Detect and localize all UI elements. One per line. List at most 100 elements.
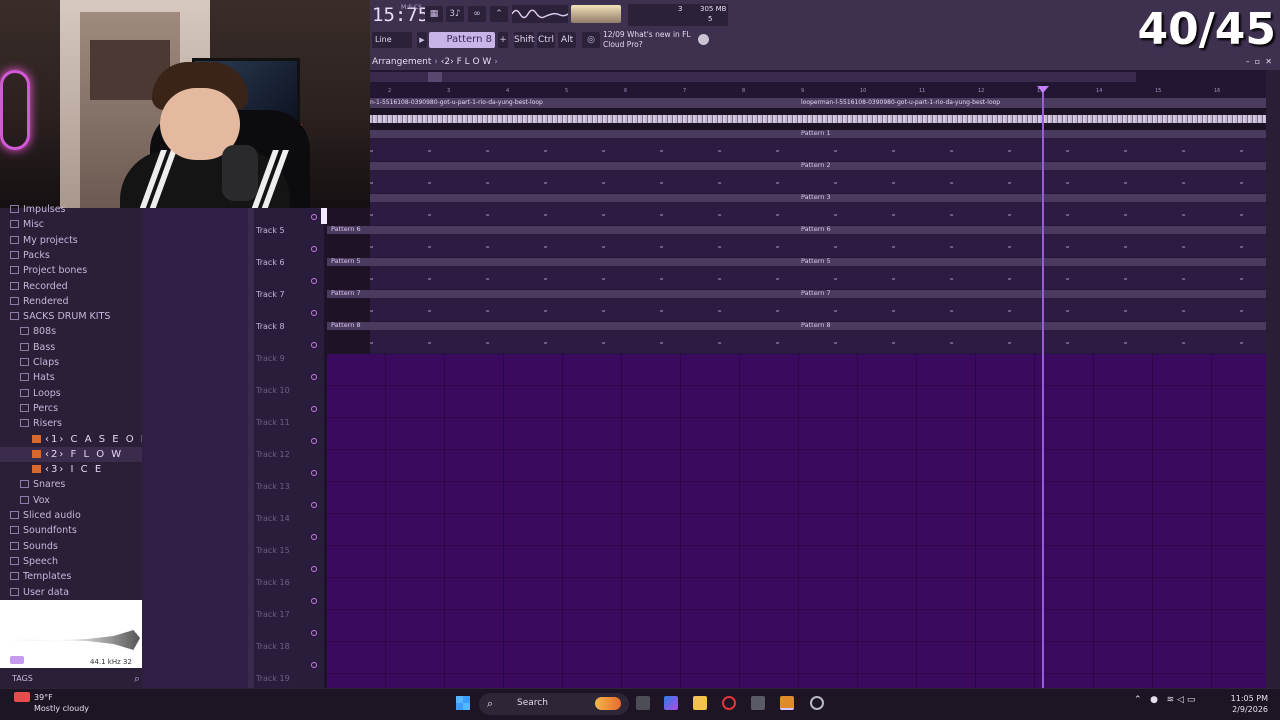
track-toggle-icon[interactable] — [311, 214, 317, 220]
track-toggle-icon[interactable] — [311, 374, 317, 380]
taskbar-clock[interactable]: 11:05 PM 2/9/2026 — [1231, 693, 1268, 715]
track-label[interactable]: Track 12 — [256, 432, 320, 464]
playlist-lane[interactable]: Pattern 8 — [370, 321, 1266, 354]
pattern-clip-label[interactable]: Pattern 8 — [331, 321, 361, 329]
track-toggle-icon[interactable] — [311, 662, 317, 668]
record-mode-icon[interactable]: ∞ — [468, 6, 486, 22]
track-toggle-icon[interactable] — [311, 598, 317, 604]
browser-item[interactable]: Claps — [0, 355, 142, 370]
system-tray[interactable]: ⌃ ● ≋ ◁ ▭ — [1134, 695, 1195, 705]
close-icon[interactable]: ✕ — [1265, 57, 1272, 66]
playlist-lane[interactable]: Pattern 7 — [370, 289, 1266, 322]
playlist-lane[interactable]: Pattern 2 — [370, 161, 1266, 194]
maximize-icon[interactable]: ▫ — [1255, 57, 1260, 66]
file-explorer-icon[interactable] — [693, 696, 707, 710]
pattern-clip-label[interactable]: Pattern 5 — [801, 257, 831, 265]
track-label[interactable]: Track 19 — [256, 656, 320, 688]
playhead[interactable] — [1042, 86, 1044, 688]
track-toggle-icon[interactable] — [311, 630, 317, 636]
pattern-clip-label[interactable]: Pattern 8 — [801, 321, 831, 329]
playhead-marker-icon[interactable] — [1037, 86, 1049, 93]
pattern-clip-label[interactable]: Pattern 6 — [331, 225, 361, 233]
pattern-clip-label[interactable]: Pattern 3 — [801, 193, 831, 201]
browser-item[interactable]: User data — [0, 585, 142, 600]
piano-keys-icon[interactable]: ▦ — [425, 6, 443, 22]
preview-play-icon[interactable] — [10, 656, 24, 664]
track-toggle-icon[interactable] — [311, 246, 317, 252]
pattern-clip-label[interactable]: Pattern 7 — [331, 289, 361, 297]
weather-widget[interactable]: 39°F Mostly cloudy — [12, 692, 89, 714]
browser-item[interactable]: Speech — [0, 554, 142, 569]
snap-select[interactable]: Line — [372, 32, 412, 48]
vertical-scrollbar[interactable] — [1266, 70, 1280, 688]
timeline-ruler[interactable]: 2 3 4 5 6 7 8 9 10 11 12 13 14 15 16 — [370, 70, 1266, 98]
master-volume-meter[interactable] — [571, 5, 621, 23]
song-name[interactable]: F L O W — [457, 57, 492, 67]
play-arrow-icon[interactable]: ▶ — [417, 32, 427, 48]
browser-item[interactable]: Templates — [0, 569, 142, 584]
browser-item[interactable]: Project bones — [0, 263, 142, 278]
pattern-clip-label[interactable]: Pattern 5 — [331, 257, 361, 265]
wifi-icon[interactable]: ≋ — [1167, 695, 1175, 705]
track-toggle-icon[interactable] — [311, 502, 317, 508]
browser-item[interactable]: Sliced audio — [0, 508, 142, 523]
pattern-clip-label[interactable]: Pattern 7 — [801, 289, 831, 297]
sample-preview[interactable]: 44.1 kHz 32 — [0, 600, 142, 668]
add-pattern-icon[interactable]: + — [498, 32, 508, 48]
windows-start-icon[interactable] — [456, 696, 470, 710]
search-icon[interactable]: ⌕ — [134, 672, 140, 686]
browser-item[interactable]: My projects — [0, 233, 142, 248]
audio-clip-waveform[interactable] — [370, 108, 1266, 130]
fl-studio-icon[interactable] — [780, 696, 794, 710]
copilot-icon[interactable] — [664, 696, 678, 710]
browser-item[interactable]: Rendered — [0, 294, 142, 309]
horizontal-scrollbar[interactable] — [370, 72, 1136, 82]
track-toggle-icon[interactable] — [311, 438, 317, 444]
pattern-clip-label[interactable]: Pattern 6 — [801, 225, 831, 233]
track-label[interactable]: Track 6 — [256, 240, 320, 272]
browser-item[interactable]: Bass — [0, 340, 142, 355]
globe-icon[interactable] — [698, 34, 709, 45]
track-label[interactable]: Track 17 — [256, 592, 320, 624]
track-label[interactable]: Track 14 — [256, 496, 320, 528]
battery-icon[interactable]: ▭ — [1187, 695, 1196, 705]
track-toggle-icon[interactable] — [311, 470, 317, 476]
audio-clip-header[interactable]: n-1-5516108-0390980-got-u-part-1-rio-da-… — [370, 98, 1266, 108]
pattern-clip-label[interactable]: Pattern 1 — [801, 129, 831, 137]
ctrl-key-button[interactable]: Ctrl — [537, 32, 555, 48]
task-view-icon[interactable] — [636, 696, 650, 710]
browser-item[interactable]: SACKS DRUM KITS — [0, 309, 142, 324]
browser-item[interactable]: Packs — [0, 248, 142, 263]
metronome-icon[interactable]: ⌃ — [490, 6, 508, 22]
browser-item[interactable]: Percs — [0, 401, 142, 416]
obs-icon[interactable] — [810, 696, 824, 710]
playlist-lane[interactable]: Pattern 1 — [370, 129, 1266, 162]
track-toggle-icon[interactable] — [311, 566, 317, 572]
track-label[interactable]: Track 16 — [256, 560, 320, 592]
browser-item[interactable]: Vox — [0, 493, 142, 508]
pattern-clip-label[interactable]: Pattern 2 — [801, 161, 831, 169]
track-label[interactable]: Track 8 — [256, 304, 320, 336]
browser-item[interactable]: Soundfonts — [0, 523, 142, 538]
store-icon[interactable] — [751, 696, 765, 710]
news-icon[interactable]: ◎ — [582, 32, 600, 48]
track-label[interactable]: Track 9 — [256, 336, 320, 368]
playlist-lane[interactable]: Pattern 6 — [370, 225, 1266, 258]
track-label[interactable]: Track 18 — [256, 624, 320, 656]
browser-item[interactable]: ‹3› I C E — [0, 462, 142, 477]
taskbar-search[interactable]: ⌕ Search — [479, 693, 629, 715]
playlist-lane[interactable]: Pattern 3 — [370, 193, 1266, 226]
tempo-icon[interactable]: 3♪ — [446, 6, 464, 22]
playlist-lane[interactable]: Pattern 5 — [370, 257, 1266, 290]
browser-item[interactable]: ‹1› C A S E O H — [0, 432, 148, 447]
chevron-up-icon[interactable]: ⌃ — [1134, 695, 1142, 705]
track-toggle-icon[interactable] — [311, 278, 317, 284]
loop-marker[interactable] — [321, 208, 327, 224]
volume-icon[interactable]: ◁ — [1177, 695, 1184, 705]
track-toggle-icon[interactable] — [311, 342, 317, 348]
browser-item[interactable]: Impulses — [0, 202, 142, 217]
playlist-title[interactable]: Arrangement — [372, 57, 431, 67]
browser-item[interactable]: Hats — [0, 370, 142, 385]
browser-item[interactable]: Snares — [0, 477, 142, 492]
browser-item[interactable]: 808s — [0, 324, 142, 339]
